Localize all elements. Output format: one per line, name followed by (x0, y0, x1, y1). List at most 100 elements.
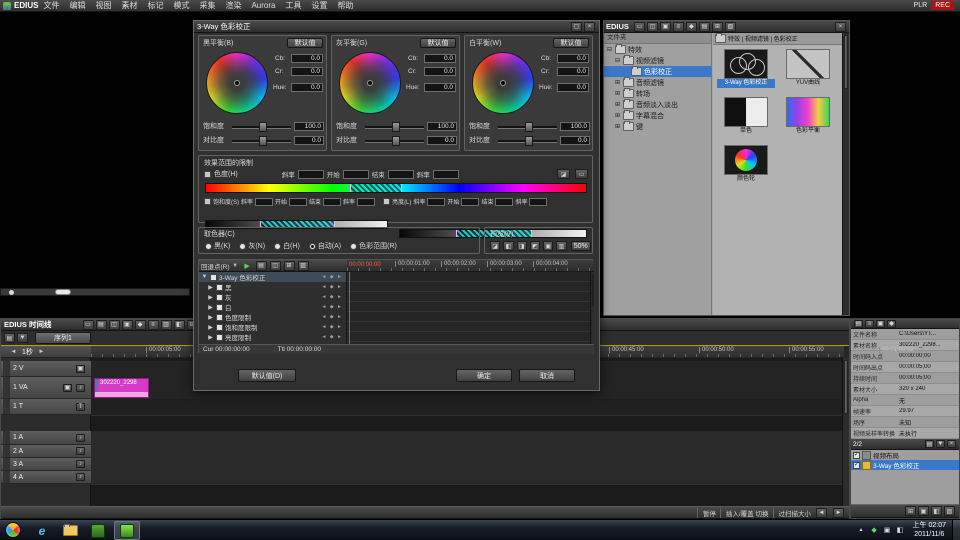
taskbar-app-button[interactable] (86, 521, 110, 540)
palette-toolbar-icon-7[interactable]: ⊞ (712, 22, 723, 32)
palette-toolbar-icon-4[interactable]: ≡ (673, 22, 684, 32)
filter-header-icon-1[interactable]: ▤ (925, 440, 934, 448)
info-bottom-icon-4[interactable]: ▨ (944, 506, 955, 516)
param-checkbox[interactable] (216, 284, 223, 291)
track-header-1t[interactable]: 1 T T (1, 399, 91, 415)
gray-balance-color-wheel[interactable] (339, 52, 401, 114)
play-icon[interactable]: ▶ (242, 261, 253, 271)
saturation-limit-checkbox[interactable] (204, 198, 211, 205)
track-header-2a[interactable]: 2 A ♪ (1, 445, 91, 458)
monitor-shuttle-dot[interactable] (9, 290, 14, 295)
tray-network-icon[interactable]: ◧ (895, 525, 906, 535)
keyframe-scrollbar[interactable] (590, 272, 594, 344)
effect-item-color-wheel[interactable]: 颜色轮 (717, 145, 775, 184)
audio-enable-icon[interactable]: ♪ (76, 447, 85, 455)
status-insert-overwrite[interactable]: 插入/覆盖 切换 (720, 508, 769, 518)
preview-mode-icon-4[interactable]: ◩ (530, 241, 540, 251)
expander-icon[interactable]: ⊞ (614, 101, 621, 108)
tab-sequence1[interactable]: 序列1 (35, 332, 91, 344)
track-header-3a[interactable]: 3 A ♪ (1, 458, 91, 471)
plr-mode-button[interactable]: PLR (910, 2, 932, 9)
sat-slope2-field[interactable] (357, 198, 375, 206)
keyframe-playhead[interactable] (349, 272, 350, 344)
effects-palette-titlebar[interactable]: EDIUS ▭ ◫ ▣ ≡ ◆ ▤ ⊞ ▨ × (604, 21, 849, 33)
start-field[interactable] (343, 170, 369, 179)
kf-toolbar-icon-3[interactable]: ⊞ (284, 261, 295, 271)
keyframe-nav-icons[interactable]: ◄ ◆ ► (321, 314, 343, 320)
saturation-slider[interactable] (364, 122, 425, 131)
audio-enable-icon[interactable]: ♪ (76, 434, 85, 442)
picker-option-gray[interactable]: 灰(N) (239, 241, 265, 251)
title-track-icon[interactable]: T (76, 403, 85, 411)
effects-scrollbar[interactable] (842, 33, 849, 315)
track-header-1va[interactable]: 1 VA ▣♪ (1, 377, 91, 399)
track-lane-1a[interactable] (91, 431, 842, 446)
menu-item-marker[interactable]: 标记 (142, 0, 168, 11)
track-lane-3a[interactable] (91, 458, 842, 472)
keyframe-ruler[interactable]: 00:00:00:00 00:00:01:00 00:00:02:00 00:0… (347, 260, 594, 272)
luma-limit-checkbox[interactable] (383, 198, 390, 205)
keyframe-mode-label[interactable]: 回退点(R) (201, 261, 230, 271)
picker-option-white[interactable]: 白(H) (274, 241, 300, 251)
hue-field[interactable]: 0.0 (291, 83, 323, 92)
preview-mode-icon-5[interactable]: ▣ (543, 241, 553, 251)
timescale-control[interactable]: ◄ 1秒 ► (1, 346, 91, 358)
track-header-1a[interactable]: 1 A ♪ (1, 431, 91, 445)
tl-toolbar-icon-2[interactable]: ▤ (96, 320, 107, 330)
restore-icon[interactable]: ▢ (571, 22, 582, 32)
hue-field[interactable]: 0.0 (557, 83, 589, 92)
info-toolbar-icon-2[interactable]: ≡ (865, 320, 874, 328)
contrast-field[interactable]: 0.0 (560, 136, 590, 145)
tree-item-audio-crossfade[interactable]: ⊞ 音频淡入淡出 (604, 99, 711, 110)
param-checkbox[interactable] (216, 324, 223, 331)
kf-row-sat-limit[interactable]: ▶ 饱和度限制 ◄ ◆ ► (199, 322, 346, 332)
track-l ane-4a[interactable] (91, 471, 842, 485)
default-button[interactable]: 默认值 (553, 38, 589, 48)
track-lane-1t[interactable] (91, 399, 842, 416)
taskbar-clock[interactable]: 上午 02:07 2011/11/6 (907, 521, 952, 539)
rec-mode-button[interactable]: REC (931, 1, 954, 10)
preview-mode-icon-2[interactable]: ◧ (503, 241, 513, 251)
info-bottom-icon-3[interactable]: ◧ (931, 506, 942, 516)
tl-toolbar-icon-5[interactable]: ◆ (135, 320, 146, 330)
luma-end-field[interactable] (495, 198, 513, 206)
default-all-button[interactable]: 默认值(D) (238, 369, 296, 382)
hue-field[interactable]: 0.0 (424, 83, 456, 92)
sat-start-field[interactable] (289, 198, 307, 206)
end-field[interactable] (388, 170, 414, 179)
saturation-field[interactable]: 100.0 (294, 122, 324, 131)
filter-item-video-layout[interactable]: ✓ 视频布局 (851, 450, 959, 460)
luma-slope2-field[interactable] (529, 198, 547, 206)
preview-mode-icon-3[interactable]: ◨ (517, 241, 527, 251)
cb-field[interactable]: 0.0 (424, 54, 456, 63)
default-button[interactable]: 默认值 (287, 38, 323, 48)
menu-item-view[interactable]: 视图 (90, 0, 116, 11)
kf-toolbar-icon-2[interactable]: ◫ (270, 261, 281, 271)
keyframe-nav-icons[interactable]: ◄ ◆ ► (321, 334, 343, 340)
tree-closed-icon[interactable]: ▶ (207, 334, 214, 341)
video-enable-icon[interactable]: ▣ (76, 365, 85, 373)
effect-item-yuv-curve[interactable]: YUV曲线 (779, 49, 837, 88)
param-checkbox[interactable] (216, 294, 223, 301)
param-checkbox[interactable] (216, 334, 223, 341)
tree-closed-icon[interactable]: ▶ (207, 304, 214, 311)
expander-icon[interactable]: ⊞ (614, 79, 621, 86)
tab-bar-icon-2[interactable]: ▼ (17, 333, 28, 343)
effect-item-3way[interactable]: 3-Way 色彩校正 (717, 49, 775, 88)
contrast-slider[interactable] (497, 136, 558, 145)
sat-end-field[interactable] (323, 198, 341, 206)
cb-field[interactable]: 0.0 (291, 54, 323, 63)
track-header-4a[interactable]: 4 A ♪ (1, 471, 91, 484)
tl-toolbar-icon-6[interactable]: ≡ (148, 320, 159, 330)
close-icon[interactable]: × (835, 22, 846, 32)
info-bottom-icon-1[interactable]: ⊞ (905, 506, 916, 516)
preview-mode-icon-1[interactable]: ◪ (490, 241, 500, 251)
tl-toolbar-icon-7[interactable]: ▥ (161, 320, 172, 330)
menu-item-settings[interactable]: 设置 (306, 0, 332, 11)
palette-toolbar-icon-6[interactable]: ▤ (699, 22, 710, 32)
slope-end-field[interactable] (433, 170, 459, 179)
info-toolbar-icon-3[interactable]: ▣ (876, 320, 885, 328)
menu-item-tools[interactable]: 工具 (280, 0, 306, 11)
ok-button[interactable]: 确定 (456, 369, 512, 382)
taskbar-ie-button[interactable]: e (30, 521, 54, 540)
